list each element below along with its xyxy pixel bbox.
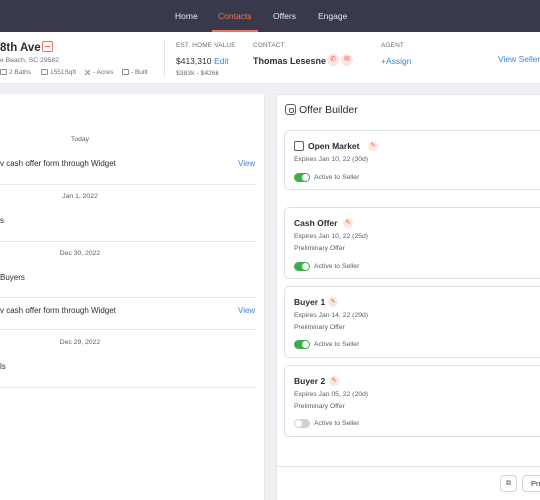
activity-item: Buyers	[0, 273, 25, 282]
offer-card-buyer-1[interactable]: Buyer 1 ✎ Expires Jan 14, 22 (29d) Preli…	[284, 286, 540, 358]
offer-status: Preliminary Offer	[294, 403, 345, 410]
offer-card-open-market[interactable]: Open Market ✎ Expires Jan 10, 22 (30d) A…	[284, 130, 540, 190]
offer-builder-title: Offer Builder	[299, 104, 358, 116]
home-value-range: $383k - $426k	[176, 70, 220, 77]
baths-spec: 2 Baths	[0, 69, 31, 76]
phone-icon[interactable]: ✆	[327, 54, 339, 66]
offer-card-cash-offer[interactable]: Cash Offer ✎ Expires Jan 10, 22 (25d) Pr…	[284, 207, 540, 279]
header-divider	[164, 40, 165, 76]
pencil-icon[interactable]: ✎	[329, 376, 339, 386]
assign-agent-link[interactable]: +Assign	[381, 56, 411, 66]
offer-builder-icon	[285, 104, 296, 115]
activity-date: Jan 1, 2022	[62, 193, 98, 200]
preview-button[interactable]: Pre	[522, 475, 540, 492]
bath-icon	[0, 69, 7, 75]
offer-card-title: Cash Offer	[294, 218, 338, 228]
offer-card-title: Open Market	[308, 141, 360, 151]
offer-card-title: Buyer 1	[294, 297, 326, 307]
contact-label: CONTACT	[253, 42, 285, 49]
copy-offer-button[interactable]: ⧉	[500, 475, 517, 492]
nav-tab-contacts[interactable]: Contacts	[212, 0, 258, 32]
activity-divider	[0, 297, 256, 298]
pencil-icon[interactable]: ✎	[343, 218, 353, 228]
activity-item: s	[0, 216, 4, 225]
email-icon[interactable]: ✉	[341, 54, 353, 66]
pencil-icon[interactable]: ✎	[328, 297, 338, 307]
area-icon	[41, 69, 48, 75]
offer-expiry: Expires Jan 10, 22 (25d)	[294, 233, 369, 240]
active-toggle[interactable]	[294, 173, 310, 182]
edit-home-value-link[interactable]: Edit	[214, 56, 229, 66]
activity-divider	[0, 184, 256, 185]
offer-status: Preliminary Offer	[294, 324, 345, 331]
activity-item: ls	[0, 362, 6, 371]
nav-tab-offers[interactable]: Offers	[273, 0, 296, 32]
active-toggle[interactable]	[294, 340, 310, 349]
activity-date: Today	[70, 136, 90, 143]
activity-date: Dec 29, 2022	[59, 339, 101, 346]
toggle-label: Active to Seller	[314, 174, 360, 181]
acres-icon	[84, 69, 91, 75]
offer-card-title: Buyer 2	[294, 376, 326, 386]
acres-spec: - Acres	[84, 69, 113, 76]
active-toggle[interactable]	[294, 419, 310, 428]
home-value: $413,310	[176, 56, 212, 66]
activity-view-link[interactable]: View	[238, 159, 255, 168]
toggle-label: Active to Seller	[314, 341, 360, 348]
property-address: 8th Ave	[0, 42, 41, 54]
nav-tab-home[interactable]: Home	[175, 0, 198, 32]
built-icon	[122, 69, 129, 75]
active-toggle[interactable]	[294, 262, 310, 271]
offer-card-buyer-2[interactable]: Buyer 2 ✎ Expires Jan 05, 22 (20d) Preli…	[284, 365, 540, 437]
home-value-label: EST. HOME VALUE	[176, 42, 236, 49]
toggle-label: Active to Seller	[314, 420, 360, 427]
activity-item: v cash offer form through Widget	[0, 306, 116, 315]
activity-item: v cash offer form through Widget	[0, 159, 116, 168]
copy-icon[interactable]	[42, 41, 53, 52]
agent-label: AGENT	[381, 42, 405, 49]
view-seller-link[interactable]: View Seller	[498, 54, 540, 64]
activity-divider	[0, 329, 256, 330]
built-spec: - Built	[122, 69, 148, 76]
activity-date: Dec 30, 2022	[59, 250, 101, 257]
offer-expiry: Expires Jan 05, 22 (20d)	[294, 391, 369, 398]
sqft-spec: 1551Sqft	[41, 69, 76, 76]
footer-divider	[277, 466, 540, 467]
toggle-label: Active to Seller	[314, 263, 360, 270]
contact-header: 8th Ave e Beach, SC 29582 2 Baths 1551Sq…	[0, 32, 540, 84]
house-icon	[294, 141, 304, 151]
activity-view-link[interactable]: View	[238, 306, 255, 315]
offer-expiry: Expires Jan 14, 22 (29d)	[294, 312, 369, 319]
top-nav: Home Contacts Offers Engage	[0, 0, 540, 32]
offer-status: Preliminary Offer	[294, 245, 345, 252]
property-city: e Beach, SC 29582	[0, 57, 59, 64]
offer-expiry: Expires Jan 10, 22 (30d)	[294, 156, 369, 163]
pencil-icon[interactable]: ✎	[368, 141, 378, 151]
activity-divider	[0, 387, 256, 388]
nav-tab-engage[interactable]: Engage	[318, 0, 347, 32]
activity-divider	[0, 241, 256, 242]
contact-name: Thomas Lesesne	[253, 56, 327, 66]
